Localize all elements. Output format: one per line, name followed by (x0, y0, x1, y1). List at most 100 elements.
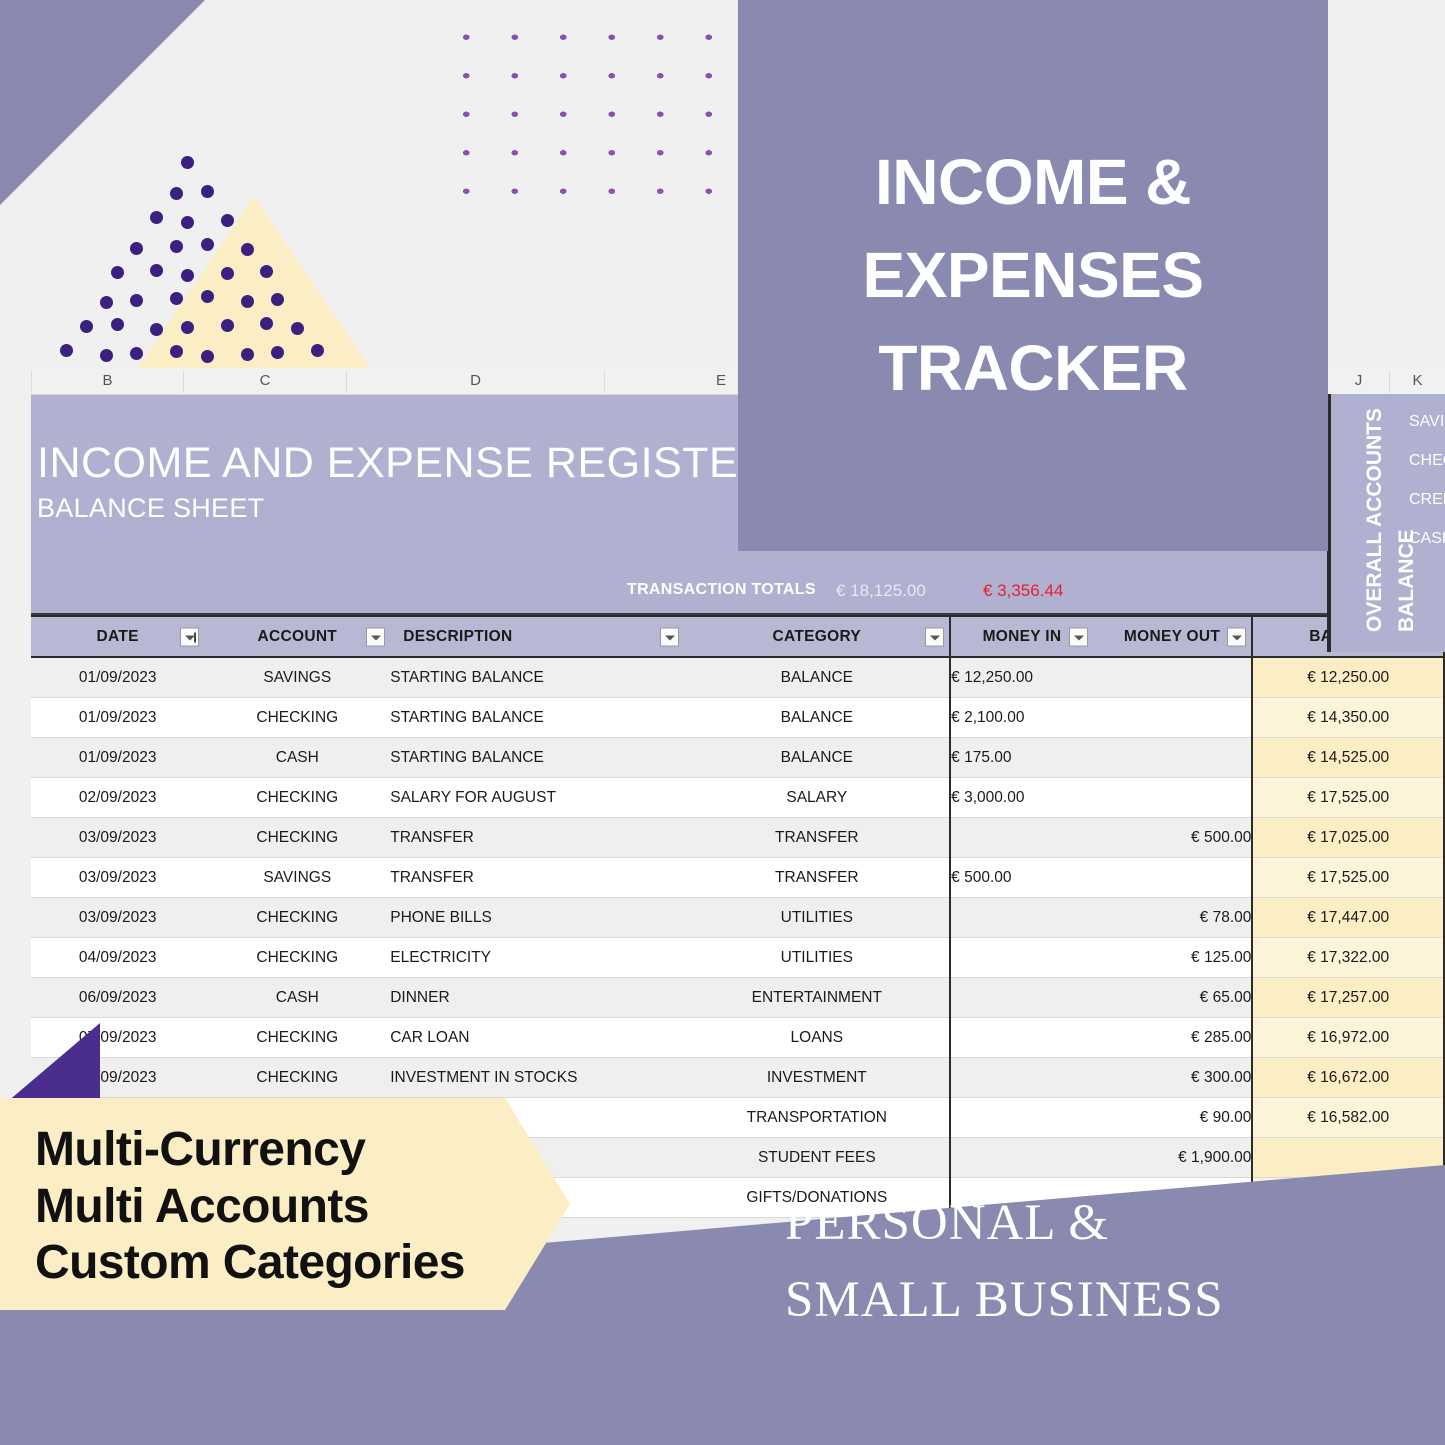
cell-category[interactable]: BALANCE (684, 697, 951, 738)
cell-money-in[interactable] (949, 977, 1093, 1018)
cell-account[interactable]: SAVINGS (204, 857, 391, 898)
cell-category[interactable]: STUDENT FEES (684, 1137, 951, 1178)
cell-date[interactable]: 06/09/2023 (31, 977, 205, 1018)
cell-description[interactable]: ELECTRICITY (390, 937, 685, 978)
cell-money-out[interactable]: € 500.00 (1092, 817, 1253, 858)
table-row[interactable]: 02/09/2023 CHECKING SALARY FOR AUGUST SALAR… (31, 777, 1445, 818)
cell-money-in[interactable] (949, 1057, 1093, 1098)
cell-money-out[interactable]: € 125.00 (1092, 937, 1253, 978)
cell-balance[interactable]: € 12,250.00 (1251, 657, 1445, 698)
column-header-category[interactable]: CATEGORY (684, 615, 951, 658)
cell-account[interactable]: CHECKING (204, 937, 391, 978)
cell-description[interactable]: TRANSFER (390, 857, 685, 898)
cell-money-out[interactable]: € 1,900.00 (1092, 1137, 1253, 1178)
cell-balance[interactable]: € 17,322.00 (1251, 937, 1445, 978)
column-letter-d[interactable]: D (346, 371, 604, 393)
cell-category[interactable]: TRANSFER (684, 817, 951, 858)
column-header-account[interactable]: ACCOUNT (204, 615, 391, 658)
cell-description[interactable]: PHONE BILLS (390, 897, 685, 938)
table-row[interactable]: 04/09/2023 CHECKING ELECTRICITY UTILITIES € … (31, 937, 1445, 978)
cell-money-in[interactable] (949, 1137, 1093, 1178)
filter-icon-category[interactable] (925, 627, 945, 646)
table-row[interactable]: 03/09/2023 CHECKING TRANSFER TRANSFER € 500.… (31, 817, 1445, 858)
cell-account[interactable]: CASH (204, 977, 391, 1018)
cell-money-in[interactable]: € 12,250.00 (949, 657, 1093, 698)
cell-account[interactable]: SAVINGS (204, 657, 391, 698)
cell-description[interactable]: SALARY FOR AUGUST (390, 777, 685, 818)
column-header-money-in[interactable]: MONEY IN (949, 615, 1093, 658)
cell-money-out[interactable] (1092, 737, 1253, 778)
cell-date[interactable]: 04/09/2023 (31, 937, 205, 978)
cell-description[interactable]: DINNER (390, 977, 685, 1018)
cell-date[interactable]: 03/09/2023 (31, 857, 205, 898)
cell-balance[interactable]: € 17,447.00 (1251, 897, 1445, 938)
cell-balance[interactable]: € 17,525.00 (1251, 857, 1445, 898)
cell-description[interactable]: CAR LOAN (390, 1017, 685, 1058)
cell-account[interactable]: CHECKING (204, 777, 391, 818)
cell-account[interactable]: CHECKING (204, 1057, 391, 1098)
table-row[interactable]: 03/09/2023 SAVINGS TRANSFER TRANSFER € 500.0… (31, 857, 1445, 898)
cell-description[interactable]: STARTING BALANCE (390, 737, 685, 778)
table-row[interactable]: 01/09/2023 SAVINGS STARTING BALANCE BALANCE… (31, 657, 1445, 698)
cell-category[interactable]: TRANSFER (684, 857, 951, 898)
cell-money-in[interactable]: € 175.00 (949, 737, 1093, 778)
cell-account[interactable]: CHECKING (204, 817, 391, 858)
cell-category[interactable]: UTILITIES (684, 897, 951, 938)
cell-category[interactable]: INVESTMENT (684, 1057, 951, 1098)
cell-money-in[interactable]: € 500.00 (949, 857, 1093, 898)
cell-money-in[interactable] (949, 937, 1093, 978)
column-letter-c[interactable]: C (183, 371, 346, 393)
cell-balance[interactable]: € 16,582.00 (1251, 1097, 1445, 1138)
column-letter-k[interactable]: K (1389, 371, 1445, 393)
column-letter-j[interactable]: J (1327, 371, 1389, 393)
cell-money-out[interactable] (1092, 697, 1253, 738)
cell-category[interactable]: TRANSPORTATION (684, 1097, 951, 1138)
cell-date[interactable]: 01/09/2023 (31, 737, 205, 778)
cell-category[interactable]: LOANS (684, 1017, 951, 1058)
cell-money-in[interactable]: € 2,100.00 (949, 697, 1093, 738)
table-row[interactable]: 06/09/2023 CASH DINNER ENTERTAINMENT € 65.00… (31, 977, 1445, 1018)
filter-icon-description[interactable] (660, 627, 680, 646)
cell-account[interactable]: CASH (204, 737, 391, 778)
table-row[interactable]: 07/09/2023 CHECKING INVESTMENT IN STOCKS IN… (31, 1057, 1445, 1098)
cell-balance[interactable]: € 17,025.00 (1251, 817, 1445, 858)
cell-balance[interactable]: € 14,350.00 (1251, 697, 1445, 738)
column-header-description[interactable]: DESCRIPTION (390, 615, 685, 658)
cell-date[interactable]: 01/09/2023 (31, 697, 205, 738)
cell-category[interactable]: BALANCE (684, 737, 951, 778)
column-header-date[interactable]: DATE (31, 615, 205, 658)
table-row[interactable]: 01/09/2023 CHECKING STARTING BALANCE BALANC… (31, 697, 1445, 738)
cell-category[interactable]: BALANCE (684, 657, 951, 698)
cell-money-out[interactable]: € 90.00 (1092, 1097, 1253, 1138)
cell-money-out[interactable]: € 300.00 (1092, 1057, 1253, 1098)
cell-money-in[interactable] (949, 817, 1093, 858)
cell-date[interactable]: 02/09/2023 (31, 777, 205, 818)
table-row[interactable]: 07/09/2023 CHECKING CAR LOAN LOANS € 285.00 €… (31, 1017, 1445, 1058)
cell-category[interactable]: UTILITIES (684, 937, 951, 978)
filter-icon-money-out[interactable] (1227, 627, 1247, 646)
cell-date[interactable]: 03/09/2023 (31, 897, 205, 938)
cell-account[interactable]: CHECKING (204, 897, 391, 938)
cell-date[interactable]: 01/09/2023 (31, 657, 205, 698)
cell-money-out[interactable] (1092, 777, 1253, 818)
cell-balance[interactable]: € 17,525.00 (1251, 777, 1445, 818)
cell-balance[interactable]: € 14,525.00 (1251, 737, 1445, 778)
cell-account[interactable]: CHECKING (204, 1017, 391, 1058)
column-letter-b[interactable]: B (31, 371, 183, 393)
filter-sort-icon-date[interactable] (180, 627, 200, 646)
cell-balance[interactable]: € 16,672.00 (1251, 1057, 1445, 1098)
cell-money-out[interactable]: € 65.00 (1092, 977, 1253, 1018)
cell-money-out[interactable]: € 285.00 (1092, 1017, 1253, 1058)
cell-description[interactable]: INVESTMENT IN STOCKS (390, 1057, 685, 1098)
cell-category[interactable]: ENTERTAINMENT (684, 977, 951, 1018)
cell-money-in[interactable] (949, 897, 1093, 938)
cell-money-in[interactable] (949, 1017, 1093, 1058)
cell-description[interactable]: STARTING BALANCE (390, 697, 685, 738)
cell-description[interactable]: STARTING BALANCE (390, 657, 685, 698)
table-row[interactable]: 03/09/2023 CHECKING PHONE BILLS UTILITIES € … (31, 897, 1445, 938)
cell-account[interactable]: CHECKING (204, 697, 391, 738)
cell-category[interactable]: SALARY (684, 777, 951, 818)
column-header-money-out[interactable]: MONEY OUT (1092, 615, 1253, 658)
table-row[interactable]: 01/09/2023 CASH STARTING BALANCE BALANCE € 1… (31, 737, 1445, 778)
cell-balance[interactable]: € 17,257.00 (1251, 977, 1445, 1018)
